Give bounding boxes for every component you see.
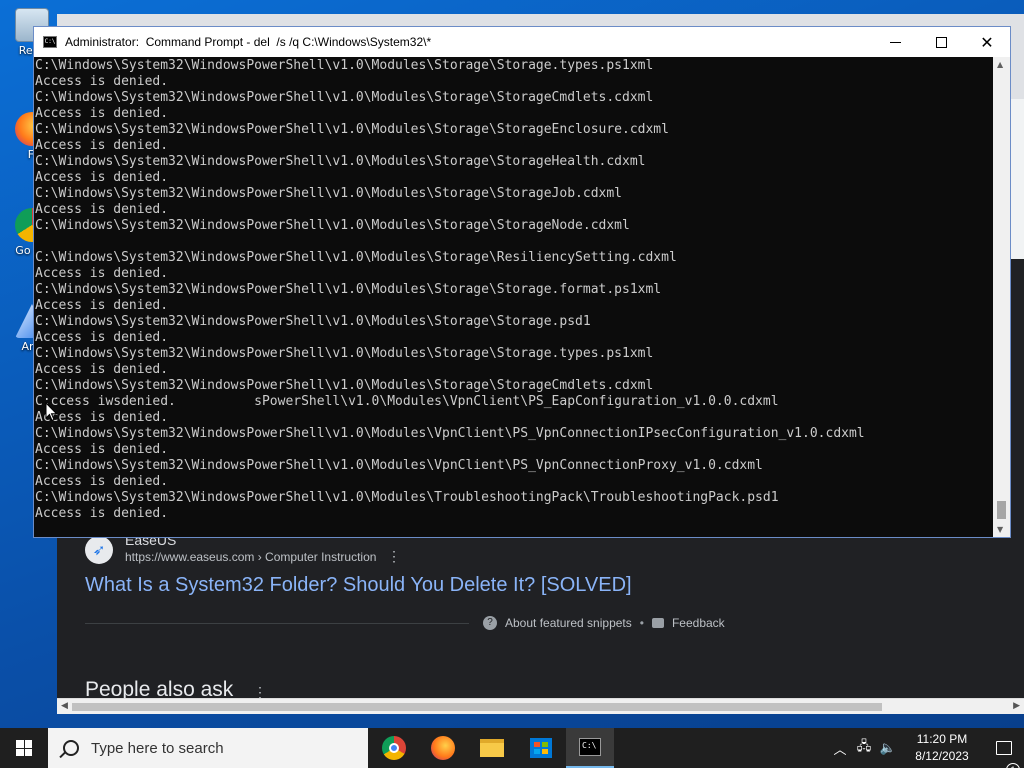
console-line: C:\Windows\System32\WindowsPowerShell\v1… <box>35 250 677 265</box>
console-output[interactable]: C:\Windows\System32\WindowsPowerShell\v1… <box>34 57 994 537</box>
console-line: C:\Windows\System32\WindowsPowerShell\v1… <box>35 122 669 137</box>
scrollbar-thumb[interactable] <box>997 501 1006 519</box>
clock-time: 11:20 PM <box>916 732 968 746</box>
taskbar: Type here to search C:\ ︿ 🖧 🔈 11:20 PM 8… <box>0 728 1024 768</box>
console-line: C:\Windows\System32\WindowsPowerShell\v1… <box>35 458 763 473</box>
taskbar-command-prompt-button[interactable]: C:\ <box>566 728 614 768</box>
command-prompt-icon: C:\ <box>579 738 601 756</box>
search-icon <box>63 740 79 756</box>
console-line: C:\Windows\System32\WindowsPowerShell\v1… <box>35 58 654 73</box>
taskbar-search-box[interactable]: Type here to search <box>48 728 368 768</box>
console-line: C:\Windows\System32\WindowsPowerShell\v1… <box>35 154 646 169</box>
notification-icon <box>996 741 1012 755</box>
scroll-left-icon[interactable]: ◀ <box>61 701 68 711</box>
snippet-footer: ? About featured snippets • Feedback <box>483 616 725 630</box>
console-line: C:\Windows\System32\WindowsPowerShell\v1… <box>35 186 622 201</box>
divider <box>85 623 469 624</box>
network-icon[interactable]: 🖧 <box>852 737 876 759</box>
scroll-down-icon[interactable]: ▼ <box>997 525 1003 534</box>
maximize-icon <box>935 36 947 48</box>
console-line: C:\Windows\System32\WindowsPowerShell\v1… <box>35 490 779 505</box>
folder-icon <box>480 739 504 757</box>
close-button[interactable]: ✕ <box>964 27 1010 57</box>
result-url[interactable]: https://www.easeus.com › Computer Instru… <box>125 550 376 564</box>
feedback-link[interactable]: Feedback <box>672 616 725 630</box>
help-circle-icon: ? <box>483 616 497 630</box>
clock-date: 8/12/2023 <box>915 749 969 763</box>
store-icon <box>530 738 552 758</box>
minimize-button[interactable] <box>872 27 918 57</box>
about-featured-snippets-link[interactable]: About featured snippets <box>505 616 632 630</box>
console-line: C:\Windows\System32\WindowsPowerShell\v1… <box>35 346 654 361</box>
console-line: Access is denied. <box>35 106 169 121</box>
window-title: Administrator: Command Prompt - del /s /… <box>65 35 432 49</box>
console-line: Access is denied. <box>35 506 169 521</box>
easeus-favicon-icon: ➶ <box>85 536 113 564</box>
scroll-up-icon[interactable]: ▲ <box>997 60 1003 69</box>
windows-logo-icon <box>16 740 32 756</box>
console-line: C:\Windows\System32\WindowsPowerShell\v1… <box>35 314 591 329</box>
chrome-icon <box>382 736 406 760</box>
console-line: C:\Windows\System32\WindowsPowerShell\v1… <box>35 426 865 441</box>
taskbar-file-explorer-button[interactable] <box>468 728 516 768</box>
show-hidden-icons-chevron-icon[interactable]: ︿ <box>828 739 852 758</box>
feedback-icon <box>651 618 664 628</box>
mouse-cursor-icon <box>45 402 58 422</box>
console-line: Access is denied. <box>35 442 169 457</box>
taskbar-chrome-button[interactable] <box>370 728 418 768</box>
action-center-button[interactable]: 1 <box>984 741 1024 768</box>
vertical-scrollbar[interactable]: ▲ ▼ <box>993 57 1010 537</box>
browser-right-edge <box>1010 99 1024 259</box>
maximize-button[interactable] <box>918 27 964 57</box>
scroll-right-icon[interactable]: ▶ <box>1013 701 1020 711</box>
console-line: Access is denied. <box>35 202 169 217</box>
console-line: Access is denied. <box>35 266 169 281</box>
minimize-icon <box>889 41 901 43</box>
console-line: C:\Windows\System32\WindowsPowerShell\v1… <box>35 378 654 393</box>
taskbar-store-button[interactable] <box>517 728 565 768</box>
firefox-icon <box>431 736 455 760</box>
console-line: Access is denied. <box>35 362 169 377</box>
console-line: Access is denied. <box>35 410 169 425</box>
separator-dot: • <box>639 616 644 630</box>
notification-count-badge: 1 <box>1006 763 1020 768</box>
console-line: Access is denied. <box>35 298 169 313</box>
console-line: Access is denied. <box>35 330 169 345</box>
console-line: Access is denied. <box>35 170 169 185</box>
command-prompt-icon: C:\ <box>43 36 57 48</box>
command-prompt-window[interactable]: C:\ Administrator: Command Prompt - del … <box>33 26 1011 538</box>
console-line: C:\Windows\System32\WindowsPowerShell\v1… <box>35 282 662 297</box>
title-bar[interactable]: C:\ Administrator: Command Prompt - del … <box>34 27 1010 57</box>
clock[interactable]: 11:20 PM 8/12/2023 <box>900 731 984 765</box>
result-title-link[interactable]: What Is a System32 Folder? Should You De… <box>85 574 632 597</box>
taskbar-firefox-button[interactable] <box>419 728 467 768</box>
console-line: Access is denied. <box>35 474 169 489</box>
result-more-options-icon[interactable]: ⋮ <box>387 548 401 565</box>
console-line: C:\Windows\System32\WindowsPowerShell\v1… <box>35 90 654 105</box>
console-line: C:\Windows\System32\WindowsPowerShell\v1… <box>35 218 630 233</box>
scrollbar-thumb[interactable] <box>72 703 882 711</box>
horizontal-scrollbar[interactable]: ◀ ▶ <box>57 698 1024 714</box>
volume-icon[interactable]: 🔈 <box>876 741 900 756</box>
search-placeholder: Type here to search <box>91 739 224 757</box>
start-button[interactable] <box>0 728 48 768</box>
console-line: C:ccess iwsdenied. sPowerShell\v1.0\Modu… <box>35 394 779 409</box>
console-line: Access is denied. <box>35 138 169 153</box>
console-line: Access is denied. <box>35 74 169 89</box>
system-tray: ︿ 🖧 🔈 11:20 PM 8/12/2023 1 <box>828 728 1024 768</box>
